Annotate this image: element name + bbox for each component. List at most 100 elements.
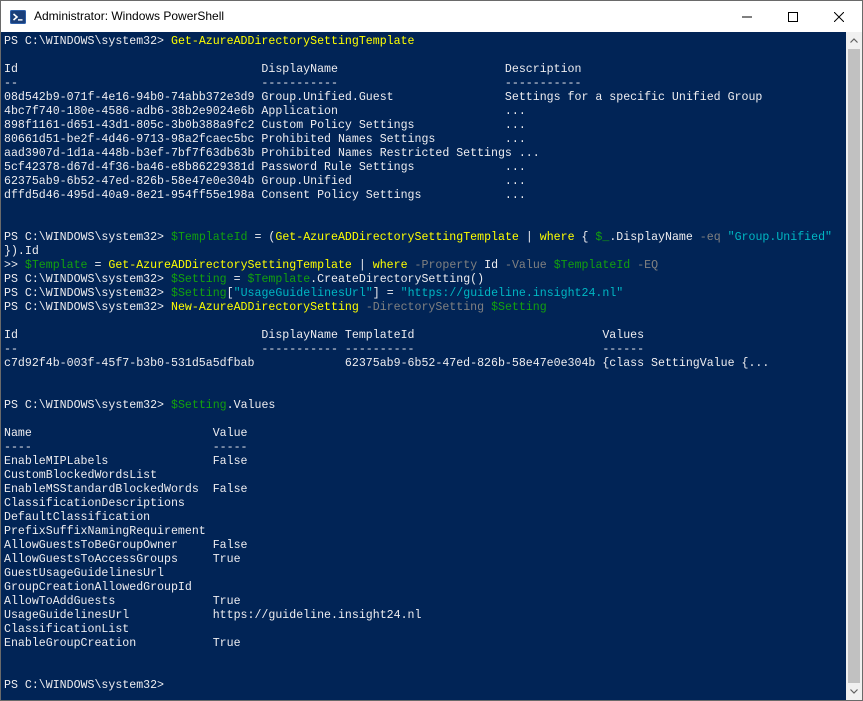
console-text: ClassificationDescriptions: [4, 497, 185, 510]
console-text: 4bc7f740-180e-4586-adb6-38b2e9024e6b App…: [4, 105, 526, 118]
console-line: PS C:\WINDOWS\system32> Get-AzureADDirec…: [4, 35, 415, 49]
console-text: PrefixSuffixNamingRequirement: [4, 525, 206, 538]
console-text: where: [372, 259, 408, 272]
console-line: GroupCreationAllowedGroupId: [4, 581, 192, 595]
console-line: CustomBlockedWordsList: [4, 469, 157, 483]
console-text: ] =: [372, 287, 401, 300]
console-line: AllowGuestsToBeGroupOwner False: [4, 539, 248, 553]
console-line: PS C:\WINDOWS\system32> New-AzureADDirec…: [4, 301, 547, 315]
console-output[interactable]: PS C:\WINDOWS\system32> Get-AzureADDirec…: [1, 32, 846, 700]
vertical-scrollbar[interactable]: [846, 32, 862, 700]
console-line: c7d92f4b-003f-45f7-b3b0-531d5a5dfbab 623…: [4, 357, 769, 371]
console-text: CustomBlockedWordsList: [4, 469, 158, 482]
console-line: 5cf42378-d67d-4f36-ba46-e8b86229381d Pas…: [4, 161, 526, 175]
console-text: "UsageGuidelinesUrl": [233, 287, 373, 300]
minimize-button[interactable]: [724, 1, 770, 32]
console-text: .Values: [226, 399, 276, 412]
console-text: PS C:\WINDOWS\system32>: [4, 399, 171, 412]
console-text: |: [518, 231, 540, 244]
console-text: {: [574, 231, 596, 244]
console-text: c7d92f4b-003f-45f7-b3b0-531d5a5dfbab 623…: [4, 357, 770, 370]
console-line: 898f1161-d651-43d1-805c-3b0b388a9fc2 Cus…: [4, 119, 526, 133]
console-line: ClassificationList: [4, 623, 129, 637]
console-text: >>: [4, 259, 25, 272]
console-text: "https://guideline.insight24.nl": [400, 287, 624, 300]
console-text: PS C:\WINDOWS\system32>: [4, 231, 171, 244]
console-text: New-AzureADDirectorySetting: [170, 301, 359, 314]
console-line: Id DisplayName Description: [4, 63, 581, 77]
console-line: >> $Template = Get-AzureADDirectorySetti…: [4, 259, 658, 273]
console-text: AllowToAddGuests True: [4, 595, 241, 608]
console-text: 80661d51-be2f-4d46-9713-98a2fcaec5bc Pro…: [4, 133, 526, 146]
console-text: EnableMSStandardBlockedWords False: [4, 483, 248, 496]
console-line: PS C:\WINDOWS\system32> $TemplateId = (G…: [4, 231, 832, 245]
maximize-button[interactable]: [770, 1, 816, 32]
console-line: 62375ab9-6b52-47ed-826b-58e47e0e304b Gro…: [4, 175, 526, 189]
console-line: aad3907d-1d1a-448b-b3ef-7bf7f63db63b Pro…: [4, 147, 540, 161]
console-text: EnableMIPLabels False: [4, 455, 248, 468]
console-line: AllowToAddGuests True: [4, 595, 241, 609]
console-text: -eq: [699, 231, 721, 244]
title-bar[interactable]: Administrator: Windows PowerShell: [1, 1, 862, 32]
console-text: PS C:\WINDOWS\system32>: [4, 679, 165, 692]
console-text: GuestUsageGuidelinesUrl: [4, 567, 165, 580]
console-line: 4bc7f740-180e-4586-adb6-38b2e9024e6b App…: [4, 105, 526, 119]
console-text: $Setting: [491, 301, 547, 314]
chevron-down-icon: [850, 689, 858, 694]
console-text: Get-AzureADDirectorySettingTemplate: [275, 231, 519, 244]
console-line: PS C:\WINDOWS\system32>: [4, 679, 164, 693]
close-button[interactable]: [816, 1, 862, 32]
console-line: ClassificationDescriptions: [4, 497, 185, 511]
scroll-down-button[interactable]: [846, 683, 862, 700]
console-text: DefaultClassification: [4, 511, 151, 524]
console-text: -- ----------- ---------- ------: [4, 343, 645, 356]
console-text: EnableGroupCreation True: [4, 637, 241, 650]
console-text: dffd5d46-495d-40a9-8e21-954ff55e198a Con…: [4, 189, 526, 202]
console-line: PS C:\WINDOWS\system32> $Setting["UsageG…: [4, 287, 623, 301]
console-line: Name Value: [4, 427, 248, 441]
powershell-window: Administrator: Windows PowerShell PS C:\…: [0, 0, 863, 701]
console-text: [: [226, 287, 234, 300]
chevron-up-icon: [850, 38, 858, 43]
scroll-up-button[interactable]: [846, 32, 862, 49]
console-line: -- ----------- -----------: [4, 77, 581, 91]
console-text: =: [87, 259, 109, 272]
console-text: Id: [477, 259, 505, 272]
console-text: 5cf42378-d67d-4f36-ba46-e8b86229381d Pas…: [4, 161, 526, 174]
console-text: Get-AzureADDirectorySettingTemplate: [170, 35, 415, 48]
console-text: = (: [247, 231, 276, 244]
console-text: .CreateDirectorySetting(): [310, 273, 485, 286]
console-line: PS C:\WINDOWS\system32> $Setting.Values: [4, 399, 275, 413]
console-line: dffd5d46-495d-40a9-8e21-954ff55e198a Con…: [4, 189, 526, 203]
console-text: PS C:\WINDOWS\system32>: [4, 273, 171, 286]
console-text: aad3907d-1d1a-448b-b3ef-7bf7f63db63b Pro…: [4, 147, 540, 160]
scroll-thumb[interactable]: [848, 49, 860, 683]
console-text: GroupCreationAllowedGroupId: [4, 581, 192, 594]
console-text: 898f1161-d651-43d1-805c-3b0b388a9fc2 Cus…: [4, 119, 526, 132]
minimize-icon: [742, 16, 752, 17]
console-text: PS C:\WINDOWS\system32>: [4, 301, 171, 314]
console-line: PrefixSuffixNamingRequirement: [4, 525, 206, 539]
console-text: Name Value: [4, 427, 248, 440]
console-text: PS C:\WINDOWS\system32>: [4, 35, 171, 48]
maximize-icon: [788, 11, 798, 22]
console-line: GuestUsageGuidelinesUrl: [4, 567, 164, 581]
console-text: ---- -----: [4, 441, 248, 454]
console-text: "Group.Unified": [727, 231, 833, 244]
console-line: UsageGuidelinesUrl https://guideline.ins…: [4, 609, 421, 623]
console-text: 62375ab9-6b52-47ed-826b-58e47e0e304b Gro…: [4, 175, 526, 188]
console-text: -Property: [414, 259, 478, 272]
console-line: DefaultClassification: [4, 511, 150, 525]
console-text: }).Id: [4, 245, 39, 258]
console-text: UsageGuidelinesUrl https://guideline.ins…: [4, 609, 422, 622]
console-text: Get-AzureADDirectorySettingTemplate: [108, 259, 352, 272]
console-line: EnableMIPLabels False: [4, 455, 248, 469]
console-line: EnableGroupCreation True: [4, 637, 241, 651]
console-text: -- ----------- -----------: [4, 77, 582, 90]
console-text: $Template: [24, 259, 88, 272]
console-text: |: [351, 259, 373, 272]
console-text: $Setting: [170, 399, 227, 412]
